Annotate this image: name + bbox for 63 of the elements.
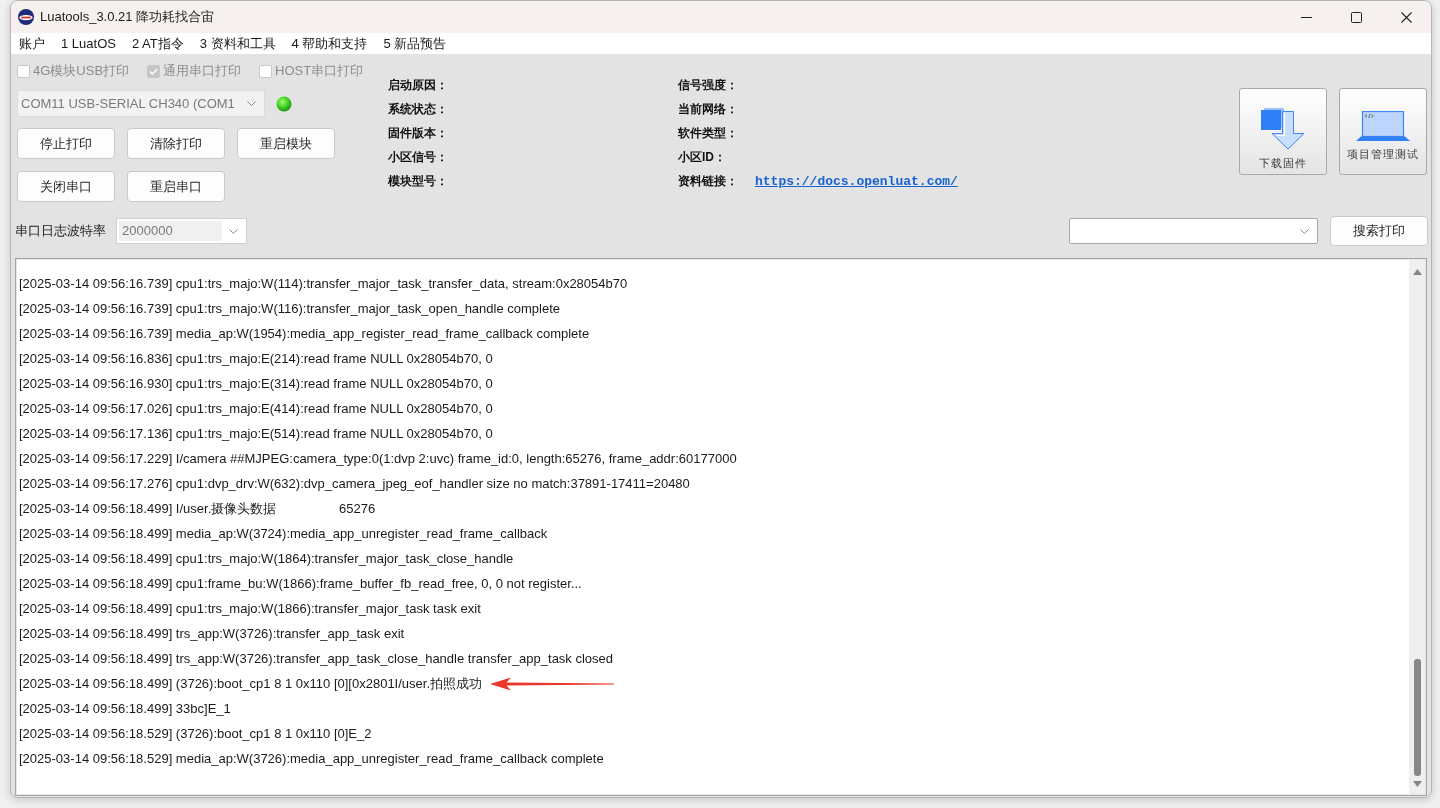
info-label: 固件版本： bbox=[388, 124, 448, 142]
chevron-down-icon bbox=[229, 228, 238, 234]
maximize-icon bbox=[1350, 11, 1362, 23]
scroll-down-icon[interactable] bbox=[1412, 781, 1422, 787]
info-label: 小区信号： bbox=[388, 148, 448, 166]
log-line: [2025-03-14 09:56:17.276] cpu1:dvp_drv:W(632):dvp_camera_jpeg_eof_handler size no match:37891-17411=20480 bbox=[19, 476, 690, 491]
info-label: 启动原因： bbox=[388, 76, 448, 94]
info-label: 系统状态： bbox=[388, 100, 448, 118]
chevron-down-icon bbox=[247, 101, 256, 106]
menu-item[interactable]: 5 新品预告 bbox=[375, 33, 455, 54]
window-title: Luatools_3.0.21 降功耗找合宙 bbox=[40, 8, 215, 26]
info-label: 模块型号： bbox=[388, 172, 448, 190]
action-button[interactable]: 清除打印 bbox=[127, 128, 225, 159]
log-line: [2025-03-14 09:56:18.499] cpu1:trs_majo:W(1864):transfer_major_task_close_handle bbox=[19, 551, 514, 566]
log-line: [2025-03-14 09:56:17.229] I/camera ##MJPEG:camera_type:0(1:dvp 2:uvc) frame_id:0, length:65276, frame_addr:60177000 bbox=[19, 451, 737, 466]
log-line: [2025-03-14 09:56:18.499] media_ap:W(3724):media_app_unregister_read_frame_callback bbox=[19, 526, 548, 541]
action-button[interactable]: 重启串口 bbox=[127, 171, 225, 202]
search-select[interactable] bbox=[1069, 218, 1318, 244]
log-line: [2025-03-14 09:56:18.499] trs_app:W(3726):transfer_app_task_close_handle transfer_app_task closed bbox=[19, 651, 614, 666]
log-line: [2025-03-14 09:56:18.529] media_ap:W(3726):media_app_unregister_read_frame_callback complete bbox=[19, 751, 604, 766]
log-line: [2025-03-14 09:56:18.499] trs_app:W(3726):transfer_app_task exit bbox=[19, 626, 405, 641]
chevron-down-icon bbox=[1300, 228, 1309, 234]
log-line: [2025-03-14 09:56:17.026] cpu1:trs_majo:E(414):read frame NULL 0x28054b70, 0 bbox=[19, 401, 493, 416]
baud-rate-select[interactable]: 2000000 bbox=[116, 218, 247, 244]
log-line: [2025-03-14 09:56:16.836] cpu1:trs_majo:E(214):read frame NULL 0x28054b70, 0 bbox=[19, 351, 493, 366]
tool-button[interactable]: 下载固件 bbox=[1239, 88, 1327, 175]
port-select[interactable]: COM11 USB-SERIAL CH340 (COM1 bbox=[17, 90, 265, 117]
menu-item[interactable]: 1 LuatOS bbox=[53, 33, 124, 54]
log-line: [2025-03-14 09:56:18.499] cpu1:trs_majo:W(1866):transfer_major_task task exit bbox=[19, 601, 481, 616]
log-line: [2025-03-14 09:56:18.499] I/user.摄像头数据 65276 bbox=[19, 499, 376, 518]
docs-link[interactable]: https://docs.openluat.com/ bbox=[755, 173, 958, 189]
logo-icon bbox=[18, 9, 34, 25]
log-line: [2025-03-14 09:56:16.739] cpu1:trs_majo:W(116):transfer_major_task_open_handle complete bbox=[19, 301, 561, 316]
menu-item[interactable]: 3 资料和工具 bbox=[191, 33, 284, 54]
info-label: 信号强度： bbox=[678, 76, 738, 94]
log-line: [2025-03-14 09:56:16.930] cpu1:trs_majo:E(314):read frame NULL 0x28054b70, 0 bbox=[19, 376, 493, 391]
info-label: 软件类型： bbox=[678, 124, 738, 142]
close-icon bbox=[1400, 11, 1412, 23]
scrollbar-thumb[interactable] bbox=[1413, 659, 1421, 776]
log-line: [2025-03-14 09:56:16.739] media_ap:W(1954):media_app_register_read_frame_callback complete bbox=[19, 326, 590, 341]
log-line: [2025-03-14 09:56:18.499] cpu1:frame_bu:W(1866):frame_buffer_fb_read_free, 0, 0 not register... bbox=[19, 576, 582, 591]
log-line: [2025-03-14 09:56:18.529] (3726):boot_cp1 8 1 0x110 [0]E_2 bbox=[19, 726, 372, 741]
info-label: 资料链接： bbox=[678, 172, 738, 190]
info-label: 当前网络： bbox=[678, 100, 738, 118]
menu-item[interactable]: 账户 bbox=[11, 33, 53, 54]
action-button[interactable]: 重启模块 bbox=[237, 128, 335, 159]
scroll-up-icon[interactable] bbox=[1412, 269, 1422, 275]
minimize-icon bbox=[1300, 16, 1312, 18]
search-print-button[interactable]: 搜索打印 bbox=[1330, 216, 1428, 246]
log-line: [2025-03-14 09:56:18.499] (3726):boot_cp1 8 1 0x110 [0][0x2801I/user.拍照成功 bbox=[19, 674, 483, 693]
checkmark-icon bbox=[149, 67, 159, 75]
log-line: [2025-03-14 09:56:18.499] 33bc]E_1 bbox=[19, 701, 231, 716]
log-line: [2025-03-14 09:56:17.136] cpu1:trs_majo:E(514):read frame NULL 0x28054b70, 0 bbox=[19, 426, 493, 441]
laptop-icon bbox=[1356, 111, 1410, 141]
action-button[interactable]: 关闭串口 bbox=[17, 171, 115, 202]
action-button[interactable]: 停止打印 bbox=[17, 128, 115, 159]
download-icon bbox=[1261, 108, 1305, 150]
tool-button[interactable]: 项目管理测试 bbox=[1339, 88, 1427, 175]
log-line: [2025-03-14 09:56:16.739] cpu1:trs_majo:W(114):transfer_major_task_transfer_data, stream:0x28054b70 bbox=[19, 276, 628, 291]
baud-rate-label: 串口日志波特率 bbox=[15, 222, 106, 240]
menu-item[interactable]: 2 AT指令 bbox=[123, 33, 192, 54]
menu-item[interactable]: 4 帮助和支持 bbox=[283, 33, 376, 54]
info-label: 小区ID： bbox=[678, 148, 726, 166]
